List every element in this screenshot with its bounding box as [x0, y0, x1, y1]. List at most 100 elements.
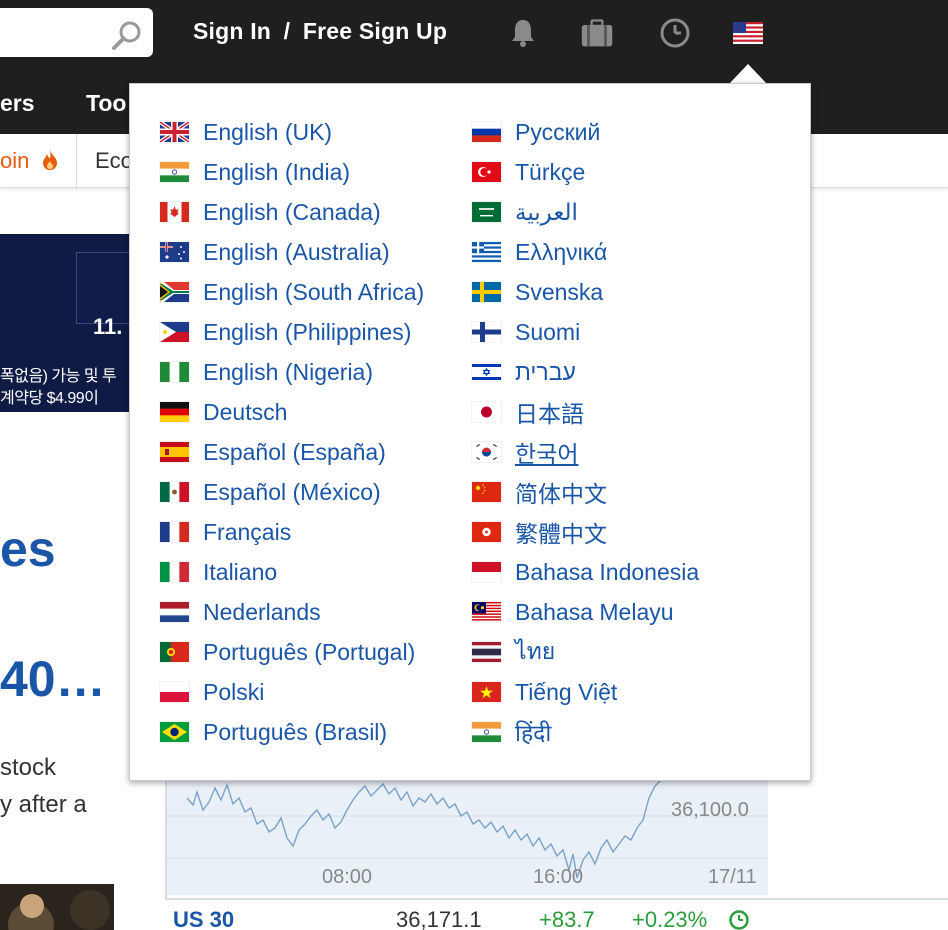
briefcase-icon[interactable]: [580, 16, 614, 50]
quote-change: +83.7: [539, 907, 595, 930]
bell-icon[interactable]: [506, 16, 540, 50]
search-icon[interactable]: [110, 19, 144, 53]
language-option-pt[interactable]: Português (Portugal): [160, 637, 415, 667]
language-option-label: English (India): [203, 158, 351, 185]
sign-in-link[interactable]: Sign In: [193, 18, 271, 44]
language-option-label: Tiếng Việt: [515, 678, 618, 705]
nav-item-1[interactable]: ers: [0, 90, 35, 117]
language-option-nl[interactable]: Nederlands: [160, 597, 321, 627]
language-option-pl[interactable]: Polski: [160, 677, 264, 707]
in-flag-icon: [160, 162, 189, 182]
article-body-line-1: stock: [0, 754, 57, 781]
language-option-ng[interactable]: English (Nigeria): [160, 357, 373, 387]
language-option-label: Ελληνικά: [515, 238, 608, 265]
language-option-label: English (South Africa): [203, 278, 425, 305]
language-option-label: العربية: [515, 198, 578, 225]
language-option-tr[interactable]: Türkçe: [472, 157, 585, 187]
language-option-th[interactable]: ไทย: [472, 637, 555, 667]
ca-flag-icon: [160, 202, 189, 222]
search-input[interactable]: [0, 8, 100, 57]
language-option-hk[interactable]: 繁體中文: [472, 517, 607, 547]
language-option-gr[interactable]: Ελληνικά: [472, 237, 607, 267]
language-option-fr[interactable]: Français: [160, 517, 291, 547]
us-flag-icon[interactable]: [733, 22, 763, 44]
chart-x-label-3: 17/11: [708, 866, 757, 888]
nl-flag-icon: [160, 602, 189, 622]
language-option-kr[interactable]: 한국어: [472, 437, 578, 467]
sub-nav-item-trending[interactable]: oin: [0, 148, 59, 174]
article-headline-1[interactable]: es: [0, 520, 56, 578]
language-option-il[interactable]: עברית: [472, 357, 576, 387]
language-option-in[interactable]: English (India): [160, 157, 350, 187]
search-box[interactable]: [0, 8, 153, 57]
language-option-in-hindi[interactable]: हिंदी: [472, 717, 551, 747]
language-option-label: עברית: [515, 358, 576, 385]
language-option-label: English (Philippines): [203, 318, 412, 345]
language-option-label: Nederlands: [203, 598, 321, 625]
fr-flag-icon: [160, 522, 189, 542]
uk-flag-icon: [160, 122, 189, 142]
pt-flag-icon: [160, 642, 189, 662]
language-option-label: Español (España): [203, 438, 386, 465]
top-header: Sign In / Free Sign Up: [0, 0, 948, 66]
jp-flag-icon: [472, 402, 501, 422]
dropdown-arrow: [729, 64, 767, 84]
ph-flag-icon: [160, 322, 189, 342]
language-option-uk[interactable]: English (UK): [160, 117, 332, 147]
language-option-label: 简体中文: [515, 481, 607, 507]
language-option-id[interactable]: Bahasa Indonesia: [472, 557, 699, 587]
language-option-vn[interactable]: Tiếng Việt: [472, 677, 617, 707]
language-option-de[interactable]: Deutsch: [160, 397, 287, 427]
quote-row[interactable]: US 30 36,171.1 +83.7 +0.23%: [165, 898, 948, 930]
article-headline-2[interactable]: 40…: [0, 650, 106, 708]
language-option-label: English (Australia): [203, 238, 390, 265]
language-option-sa[interactable]: العربية: [472, 197, 578, 227]
sign-up-link[interactable]: Free Sign Up: [303, 18, 447, 44]
ad-banner[interactable]: 11. 폭없음) 가능 및 투 계약당 $4.99이: [0, 234, 130, 412]
clock-icon[interactable]: [658, 16, 692, 50]
language-option-label: Deutsch: [203, 398, 288, 425]
language-option-ru[interactable]: Русский: [472, 117, 600, 147]
language-option-au[interactable]: English (Australia): [160, 237, 390, 267]
it-flag-icon: [160, 562, 189, 582]
language-option-mx[interactable]: Español (México): [160, 477, 381, 507]
chart-x-label-1: 08:00: [322, 866, 373, 888]
nav-item-tools[interactable]: Too: [86, 90, 126, 117]
quote-name[interactable]: US 30: [173, 907, 234, 930]
language-option-fi[interactable]: Suomi: [472, 317, 580, 347]
language-option-es[interactable]: Español (España): [160, 437, 386, 467]
language-option-label: English (Nigeria): [203, 358, 374, 385]
chart-plot-area: 36,100.0 08:00 16:00 17/11: [167, 780, 768, 895]
language-option-ca[interactable]: English (Canada): [160, 197, 381, 227]
language-option-za[interactable]: English (South Africa): [160, 277, 424, 307]
banner-number: 11.: [93, 314, 123, 339]
language-option-cn[interactable]: 简体中文: [472, 477, 607, 507]
language-option-it[interactable]: Italiano: [160, 557, 277, 587]
sa-flag-icon: [472, 202, 501, 222]
tr-flag-icon: [472, 162, 501, 182]
chart-y-label: 36,100.0: [671, 799, 749, 821]
cn-flag-icon: [472, 482, 501, 502]
language-option-jp[interactable]: 日本語: [472, 397, 584, 427]
language-option-label: Português (Portugal): [203, 638, 416, 665]
language-option-label: Português (Brasil): [203, 718, 388, 745]
market-open-clock-icon: [729, 910, 749, 930]
my-flag-icon: [472, 602, 501, 622]
ng-flag-icon: [160, 362, 189, 382]
language-option-label: Suomi: [515, 318, 581, 345]
language-option-label: 日本語: [515, 401, 584, 427]
language-option-label: Italiano: [203, 558, 278, 585]
article-thumbnail[interactable]: [0, 884, 114, 930]
language-option-label: हिंदी: [515, 720, 552, 746]
language-option-label: Polski: [203, 678, 265, 705]
language-option-ph[interactable]: English (Philippines): [160, 317, 411, 347]
language-option-se[interactable]: Svenska: [472, 277, 603, 307]
index-chart-widget[interactable]: 36,100.0 08:00 16:00 17/11: [165, 780, 948, 900]
ru-flag-icon: [472, 122, 501, 142]
language-option-br[interactable]: Português (Brasil): [160, 717, 387, 747]
language-option-label: Türkçe: [515, 158, 586, 185]
language-option-my[interactable]: Bahasa Melayu: [472, 597, 674, 627]
sub-nav-item-economy[interactable]: Eco: [95, 148, 133, 174]
gr-flag-icon: [472, 242, 501, 262]
auth-links: Sign In / Free Sign Up: [193, 18, 447, 45]
